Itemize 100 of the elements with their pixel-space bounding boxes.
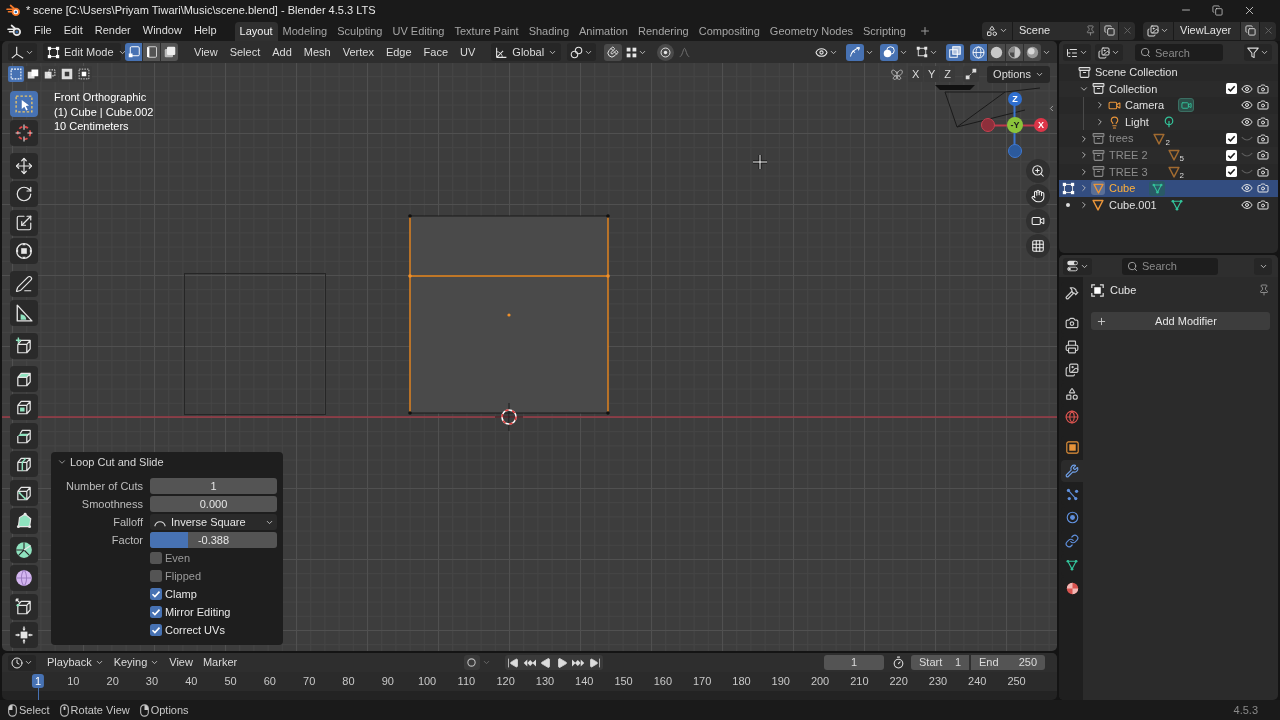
play-reverse-icon[interactable]: [539, 656, 552, 669]
tool-button[interactable]: [10, 622, 38, 648]
new-view-layer-button[interactable]: [1241, 21, 1259, 40]
camera-icon[interactable]: [1257, 99, 1269, 112]
chevron-left-icon[interactable]: [1047, 104, 1056, 113]
search-field[interactable]: Search: [1135, 44, 1223, 61]
auto-merge-toggle[interactable]: [963, 66, 980, 82]
next-keyframe-icon[interactable]: [571, 657, 585, 668]
checkbox[interactable]: [150, 552, 162, 564]
overlays-toggle[interactable]: [880, 43, 898, 61]
mirror-axis-toggle[interactable]: X: [908, 66, 924, 82]
menu-dropdown[interactable]: Keying: [108, 654, 165, 671]
start-frame-field[interactable]: Start 1: [911, 655, 969, 670]
workspace-tab[interactable]: Shading: [523, 22, 575, 41]
play-icon[interactable]: [555, 656, 568, 669]
xray-toggle[interactable]: [946, 43, 964, 61]
filter-dropdown[interactable]: [1244, 44, 1272, 61]
tool-button[interactable]: [10, 152, 38, 179]
tool-button[interactable]: [10, 479, 38, 506]
falloff-dropdown[interactable]: Inverse Square: [150, 514, 277, 530]
display-mode-button[interactable]: [1095, 44, 1123, 61]
workspace-tab[interactable]: Compositing: [693, 22, 765, 41]
stopwatch-icon[interactable]: [892, 656, 905, 669]
workspace-tab[interactable]: Scripting: [858, 22, 911, 41]
frame-number[interactable]: 1: [31, 674, 45, 688]
selection-mode-button[interactable]: [25, 66, 41, 82]
view-layer-browse-button[interactable]: [1143, 21, 1173, 40]
shading-mode-button[interactable]: [988, 43, 1005, 61]
tool-button[interactable]: [10, 422, 38, 449]
select-mode-button[interactable]: [125, 43, 142, 61]
menu-item[interactable]: Vertex: [336, 43, 380, 61]
add-workspace-icon[interactable]: [918, 24, 931, 37]
camera-icon[interactable]: [1257, 116, 1269, 129]
checkbox[interactable]: [1225, 149, 1237, 161]
search-field[interactable]: Search: [1122, 257, 1218, 275]
shading-mode-button[interactable]: [1006, 43, 1023, 61]
menu-item[interactable]: View: [188, 43, 224, 61]
number-field[interactable]: 1: [150, 478, 277, 494]
editor-type-button[interactable]: [1063, 257, 1092, 275]
tool-button[interactable]: [10, 209, 38, 236]
camera-icon[interactable]: [1257, 149, 1269, 162]
eye-icon[interactable]: [1241, 199, 1253, 212]
jump-to-end-icon[interactable]: [588, 656, 601, 669]
properties-tab[interactable]: [1061, 459, 1083, 482]
eye-icon[interactable]: [1241, 116, 1253, 129]
checkbox[interactable]: [1225, 166, 1237, 178]
orientation-dropdown[interactable]: Global: [491, 43, 562, 61]
mirror-axis-toggle[interactable]: Y: [924, 66, 940, 82]
checkbox[interactable]: [150, 624, 162, 636]
chevron-right-icon[interactable]: [1079, 200, 1089, 211]
eye-icon[interactable]: [1241, 99, 1253, 112]
tool-button[interactable]: [10, 451, 38, 477]
outliner-row[interactable]: Cube: [1059, 180, 1278, 197]
camera-icon[interactable]: [1257, 182, 1269, 195]
pin-icon[interactable]: [1085, 25, 1096, 36]
pin-icon[interactable]: [1258, 284, 1270, 296]
restore-icon[interactable]: [1212, 4, 1223, 16]
tool-button[interactable]: [10, 299, 38, 326]
proportional-edit-toggle[interactable]: [657, 43, 675, 61]
menu-item[interactable]: Add: [266, 43, 298, 61]
mirror-axis-toggle[interactable]: Z: [940, 66, 956, 82]
checkbox[interactable]: [150, 570, 162, 582]
workspace-tab[interactable]: Layout: [234, 22, 278, 41]
workspace-tab[interactable]: Sculpting: [332, 22, 388, 41]
camera-icon[interactable]: [1257, 132, 1269, 145]
checkbox[interactable]: [150, 606, 162, 618]
pivot-dropdown[interactable]: [567, 43, 597, 61]
tool-button[interactable]: [10, 394, 38, 420]
workspace-tab[interactable]: Texture Paint: [449, 22, 524, 41]
scene-name-field[interactable]: Scene: [1013, 21, 1099, 40]
view-layer-field[interactable]: ViewLayer: [1174, 21, 1240, 40]
chevron-right-icon[interactable]: [1079, 166, 1089, 177]
tool-button[interactable]: [10, 181, 38, 207]
select-mode-button[interactable]: [143, 43, 160, 61]
tool-button[interactable]: [10, 332, 38, 359]
menu-item[interactable]: View: [164, 654, 198, 671]
tool-button[interactable]: [10, 536, 38, 563]
chevron-right-icon[interactable]: [1095, 117, 1105, 128]
gizmo-toggle[interactable]: [846, 43, 864, 61]
snap-toggle[interactable]: [604, 43, 623, 61]
menu-item[interactable]: File: [28, 21, 58, 40]
tool-button[interactable]: [10, 593, 38, 620]
checkbox[interactable]: [150, 588, 162, 600]
menu-item[interactable]: Edge: [379, 43, 418, 61]
add-modifier-button[interactable]: Add Modifier: [1091, 312, 1270, 330]
tool-button[interactable]: [10, 365, 38, 392]
menu-item[interactable]: Select: [223, 43, 267, 61]
shading-mode-button[interactable]: [970, 43, 987, 61]
end-frame-field[interactable]: End 250: [971, 655, 1045, 670]
jump-to-start-icon[interactable]: [506, 656, 519, 669]
tool-button[interactable]: [10, 91, 38, 117]
tool-button[interactable]: [10, 565, 38, 591]
camera-icon[interactable]: [1257, 82, 1269, 95]
chevron-right-icon[interactable]: [1079, 150, 1089, 161]
menu-item[interactable]: Window: [136, 21, 188, 40]
panel-header[interactable]: Loop Cut and Slide: [51, 452, 164, 472]
workspace-tab[interactable]: UV Editing: [387, 22, 450, 41]
checkbox[interactable]: [1225, 133, 1237, 145]
menu-item[interactable]: Edit: [57, 21, 89, 40]
editor-type-button[interactable]: [8, 43, 37, 61]
